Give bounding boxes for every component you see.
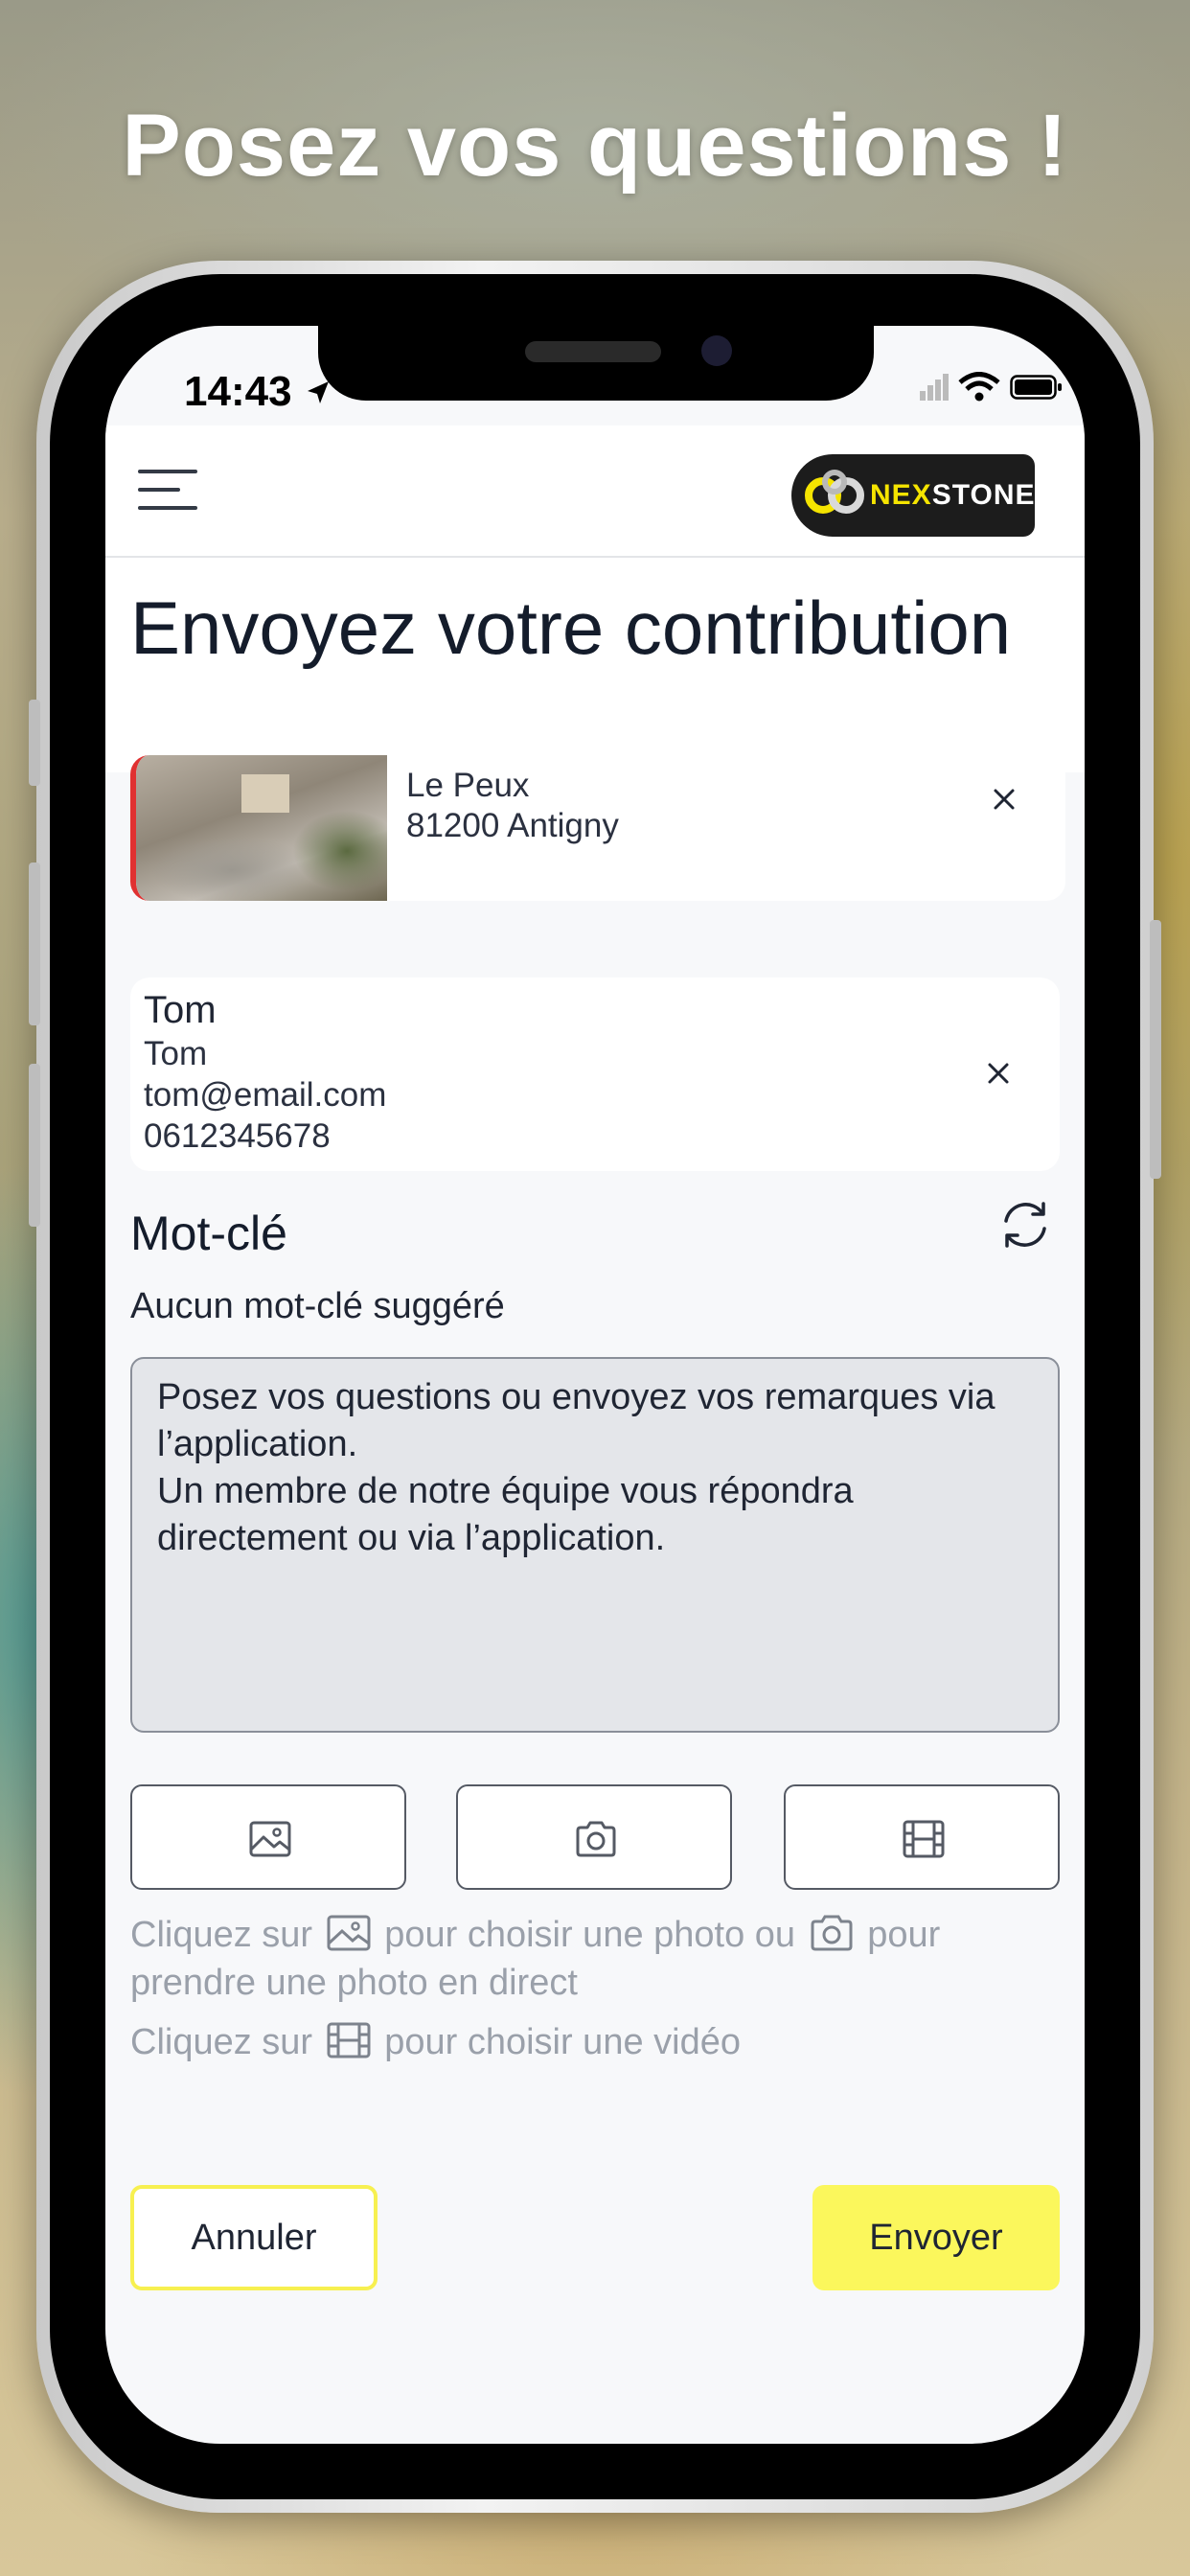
hint-text: pour [867,1915,941,1955]
site-card[interactable]: Le Peux 81200 Antigny [130,755,1065,901]
contact-phone: 0612345678 [144,1117,331,1155]
image-icon [249,1821,291,1857]
cancel-button[interactable]: Annuler [130,2185,378,2290]
app-header: NEXSTONE [105,426,1085,558]
contact-name: Tom [144,989,217,1031]
camera-icon [576,1821,616,1857]
camera-icon [811,1915,853,1951]
logo-mark-icon [805,470,864,514]
page-title: Envoyez votre contribution [130,586,1012,670]
phone-volume-down [29,1064,40,1227]
video-icon [327,2022,371,2058]
menu-button[interactable] [138,468,197,512]
wifi-icon [958,372,1000,402]
promo-headline: Posez vos questions ! [122,97,1068,195]
hint-text: Cliquez sur [130,2022,313,2062]
phone-screen: 14:43 NEXSTONE Le Peux 81200 Antigny Env… [105,326,1085,2444]
refresh-icon[interactable] [996,1196,1054,1254]
send-button[interactable]: Envoyer [812,2185,1060,2290]
image-icon [327,1915,371,1951]
phone-volume-up [29,862,40,1025]
choose-photo-button[interactable] [130,1784,406,1890]
hint-video-line: Cliquez sur pour choisir une vidéo [130,2022,741,2063]
front-camera [701,335,732,366]
take-photo-button[interactable] [456,1784,732,1890]
no-keyword-text: Aucun mot-clé suggéré [130,1286,505,1326]
battery-icon [1010,375,1062,400]
site-thumbnail-building [241,774,289,813]
close-icon[interactable] [987,782,1021,816]
phone-power-button [1150,920,1161,1179]
nexstone-logo: NEXSTONE [791,454,1035,537]
close-icon[interactable] [981,1056,1016,1091]
signal-icon [920,374,949,401]
keyword-title: Mot-clé [130,1207,287,1260]
video-icon [903,1820,945,1858]
site-thumbnail [136,755,387,901]
hint-text: pour choisir une photo ou [384,1915,796,1955]
logo-text: NEXSTONE [870,479,1036,512]
choose-video-button[interactable] [784,1784,1060,1890]
speaker [525,341,661,362]
contact-firstname: Tom [144,1035,208,1072]
menu-icon [138,470,197,510]
contact-email: tom@email.com [144,1076,387,1114]
site-postal-line: 81200 Antigny [406,807,619,844]
hint-photo-line: Cliquez sur pour choisir une photo ou po… [130,1915,940,1956]
hint-text: pour choisir une vidéo [384,2022,741,2062]
hint-text: Cliquez sur [130,1915,313,1955]
hint-photo-line-2: prendre une photo en direct [130,1963,578,2003]
status-time-text: 14:43 [184,368,292,415]
status-time: 14:43 [184,368,332,416]
site-address-line: Le Peux [406,767,530,804]
phone-side-button [29,700,40,786]
logo-text-nex: NEX [870,479,932,511]
contact-card[interactable]: Tom Tom tom@email.com 0612345678 [130,978,1060,1171]
notch [318,326,874,401]
message-textarea[interactable]: Posez vos questions ou envoyez vos remar… [130,1357,1060,1733]
status-icons [920,372,1062,402]
logo-text-stone: STONE [931,479,1036,511]
